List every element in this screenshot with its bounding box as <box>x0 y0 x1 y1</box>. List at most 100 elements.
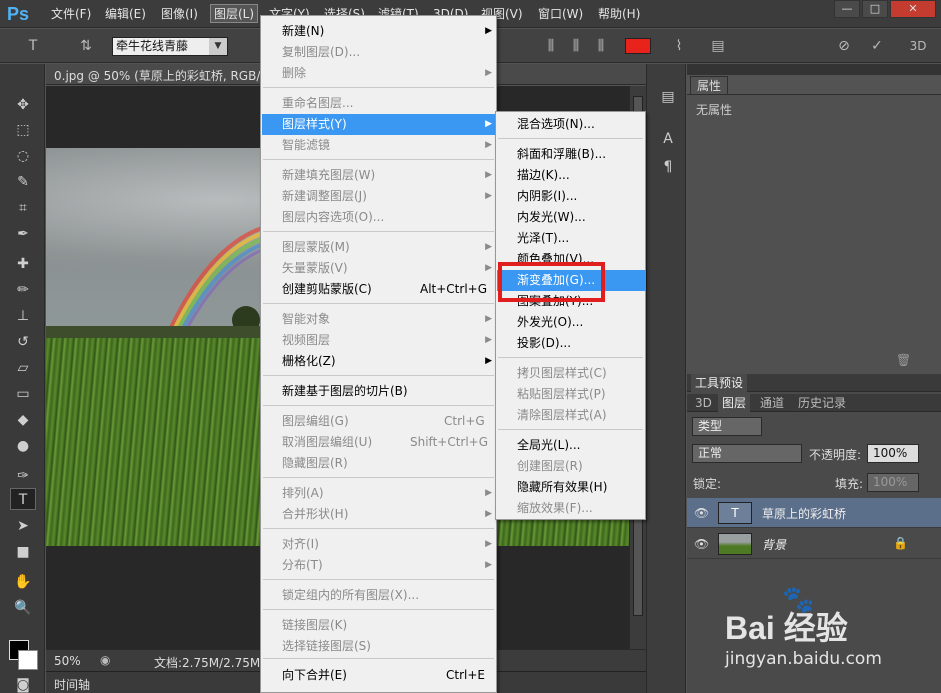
brush-tool-icon[interactable]: ✏ <box>10 279 36 301</box>
character-panel-icon[interactable]: A <box>657 128 679 150</box>
properties-panel: 属性 无属性 🗑 <box>687 64 941 374</box>
character-panel-icon[interactable]: ▤ <box>707 36 729 56</box>
menu-item-label: 重命名图层... <box>282 96 354 110</box>
lasso-tool-icon[interactable]: ◌ <box>10 145 36 167</box>
tab-tool-presets[interactable]: 工具预设 <box>691 374 748 392</box>
menu-file[interactable]: 文件(F) <box>51 5 91 24</box>
warp-text-icon[interactable]: ⫼ <box>540 36 562 56</box>
cancel-icon[interactable]: ⊘ <box>833 36 855 56</box>
visibility-eye-icon[interactable]: 👁 <box>694 537 709 551</box>
layer-style-item[interactable]: 外发光(O)... <box>497 312 646 333</box>
text-orientation-icon[interactable]: ⇅ <box>75 36 97 56</box>
tab-layers[interactable]: 图层 <box>718 394 751 412</box>
text-color-swatch[interactable] <box>625 38 651 54</box>
menu-help[interactable]: 帮助(H) <box>598 5 640 24</box>
submenu-arrow-icon: ▶ <box>485 26 492 36</box>
trash-icon[interactable]: 🗑 <box>896 353 911 367</box>
menu-image[interactable]: 图像(I) <box>161 5 198 24</box>
layer-style-item[interactable]: 内发光(W)... <box>497 207 646 228</box>
stamp-tool-icon[interactable]: ⊥ <box>10 305 36 327</box>
zoom-tool-icon[interactable]: 🔍 <box>10 597 36 619</box>
layer-style-item[interactable]: 描边(K)... <box>497 165 646 186</box>
opacity-field[interactable]: 100% <box>867 444 919 463</box>
align-right-icon[interactable]: ⫼ <box>590 36 612 56</box>
restore-button[interactable]: □ <box>862 0 888 18</box>
layer-filter-select[interactable]: 类型 <box>692 417 762 436</box>
menu-window[interactable]: 窗口(W) <box>538 5 583 24</box>
visibility-eye-icon[interactable]: 👁 <box>694 506 709 520</box>
paragraph-panel-icon[interactable]: ¶ <box>657 156 679 178</box>
menu-layer[interactable]: 图层(L) <box>210 4 259 23</box>
dodge-tool-icon[interactable]: ● <box>10 435 36 457</box>
tab-3d[interactable]: 3D <box>691 394 716 412</box>
submenu-arrow-icon: ▶ <box>485 539 492 549</box>
layer-name[interactable]: 草原上的彩虹桥 <box>762 505 846 522</box>
menu-item-label: 外发光(O)... <box>517 315 584 329</box>
shape-tool-icon[interactable]: ■ <box>10 541 36 563</box>
healing-brush-tool-icon[interactable]: ✚ <box>10 253 36 275</box>
menu-edit[interactable]: 编辑(E) <box>105 5 146 24</box>
layer-style-item[interactable]: 全局光(L)... <box>497 435 646 456</box>
menu-item-label: 混合选项(N)... <box>517 117 595 131</box>
history-brush-tool-icon[interactable]: ↺ <box>10 331 36 353</box>
menu-item-label: 斜面和浮雕(B)... <box>517 147 607 161</box>
move-tool-icon[interactable]: ✥ <box>10 94 36 116</box>
layer-style-item[interactable]: 隐藏所有效果(H) <box>497 477 646 498</box>
type-tool-preset-icon[interactable]: T <box>22 36 44 56</box>
status-info-icon[interactable]: ◉ <box>100 653 110 667</box>
commit-icon[interactable]: ✓ <box>866 36 888 56</box>
layer-filter-value: 类型 <box>698 419 723 433</box>
zoom-level[interactable]: 50% <box>54 654 81 668</box>
fill-field[interactable]: 100% <box>867 473 919 492</box>
layer-menu-item[interactable]: 新建基于图层的切片(B) <box>262 381 497 402</box>
close-button[interactable]: ✕ <box>890 0 936 18</box>
blend-mode-select[interactable]: 正常 <box>692 444 802 463</box>
layer-menu-item: 图层编组(G) Ctrl+G <box>262 411 497 432</box>
layer-menu-item: 合并形状(H) ▶ <box>262 504 497 525</box>
gradient-tool-icon[interactable]: ▭ <box>10 383 36 405</box>
tab-channels[interactable]: 通道 <box>756 394 788 412</box>
layer-style-item[interactable]: 混合选项(N)... <box>497 114 646 135</box>
layer-name[interactable]: 背景 <box>762 536 786 553</box>
font-family-dropdown[interactable]: ▼ <box>209 38 227 55</box>
menu-item-label: 缩放效果(F)... <box>517 501 593 515</box>
eraser-tool-icon[interactable]: ▱ <box>10 357 36 379</box>
layer-menu-item[interactable]: 图层样式(Y) ▶ <box>262 114 497 135</box>
warp-icon[interactable]: ⌇ <box>668 36 690 56</box>
layer-menu-item: 隐藏图层(R) <box>262 453 497 474</box>
tab-history[interactable]: 历史记录 <box>794 394 850 412</box>
layer-menu-item[interactable]: 向下合并(E) Ctrl+E <box>262 665 497 686</box>
menu-separator <box>263 405 494 406</box>
layer-menu-item[interactable]: 新建(N) ▶ <box>262 21 497 42</box>
eyedropper-tool-icon[interactable]: ✒ <box>10 223 36 245</box>
quick-select-tool-icon[interactable]: ✎ <box>10 171 36 193</box>
blur-tool-icon[interactable]: ◆ <box>10 409 36 431</box>
3d-button[interactable]: 3D <box>904 36 932 56</box>
marquee-tool-icon[interactable]: ⬚ <box>10 119 36 141</box>
path-select-tool-icon[interactable]: ➤ <box>10 515 36 537</box>
layer-row-background[interactable]: 👁 背景 🔒 <box>687 529 941 559</box>
hand-tool-icon[interactable]: ✋ <box>10 571 36 593</box>
menu-item-label: 分布(T) <box>282 558 323 572</box>
crop-tool-icon[interactable]: ⌗ <box>10 197 36 219</box>
background-color-swatch[interactable] <box>18 650 38 670</box>
layer-style-item[interactable]: 投影(D)... <box>497 333 646 354</box>
layer-menu-item[interactable]: 栅格化(Z) ▶ <box>262 351 497 372</box>
quick-mask-icon[interactable]: ◙ <box>10 674 36 693</box>
layer-menu-item: 新建填充图层(W) ▶ <box>262 165 497 186</box>
pen-tool-icon[interactable]: ✑ <box>10 465 36 487</box>
layer-style-item[interactable]: 斜面和浮雕(B)... <box>497 144 646 165</box>
align-center-icon[interactable]: ⫼ <box>565 36 587 56</box>
properties-tab[interactable]: 属性 <box>690 76 729 94</box>
type-tool-icon[interactable]: T <box>10 488 36 510</box>
timeline-label[interactable]: 时间轴 <box>54 676 90 693</box>
font-family-select[interactable]: 牵牛花线青藤 ▼ <box>112 37 228 56</box>
layer-style-item[interactable]: 光泽(T)... <box>497 228 646 249</box>
minimize-button[interactable]: — <box>834 0 860 18</box>
history-panel-icon[interactable]: ▤ <box>657 86 679 108</box>
menu-separator <box>263 579 494 580</box>
menu-item-label: 内发光(W)... <box>517 210 586 224</box>
layer-row-text[interactable]: 👁 T 草原上的彩虹桥 <box>687 498 941 528</box>
layer-style-item[interactable]: 内阴影(I)... <box>497 186 646 207</box>
layer-menu-item[interactable]: 创建剪贴蒙版(C) Alt+Ctrl+G <box>262 279 497 300</box>
